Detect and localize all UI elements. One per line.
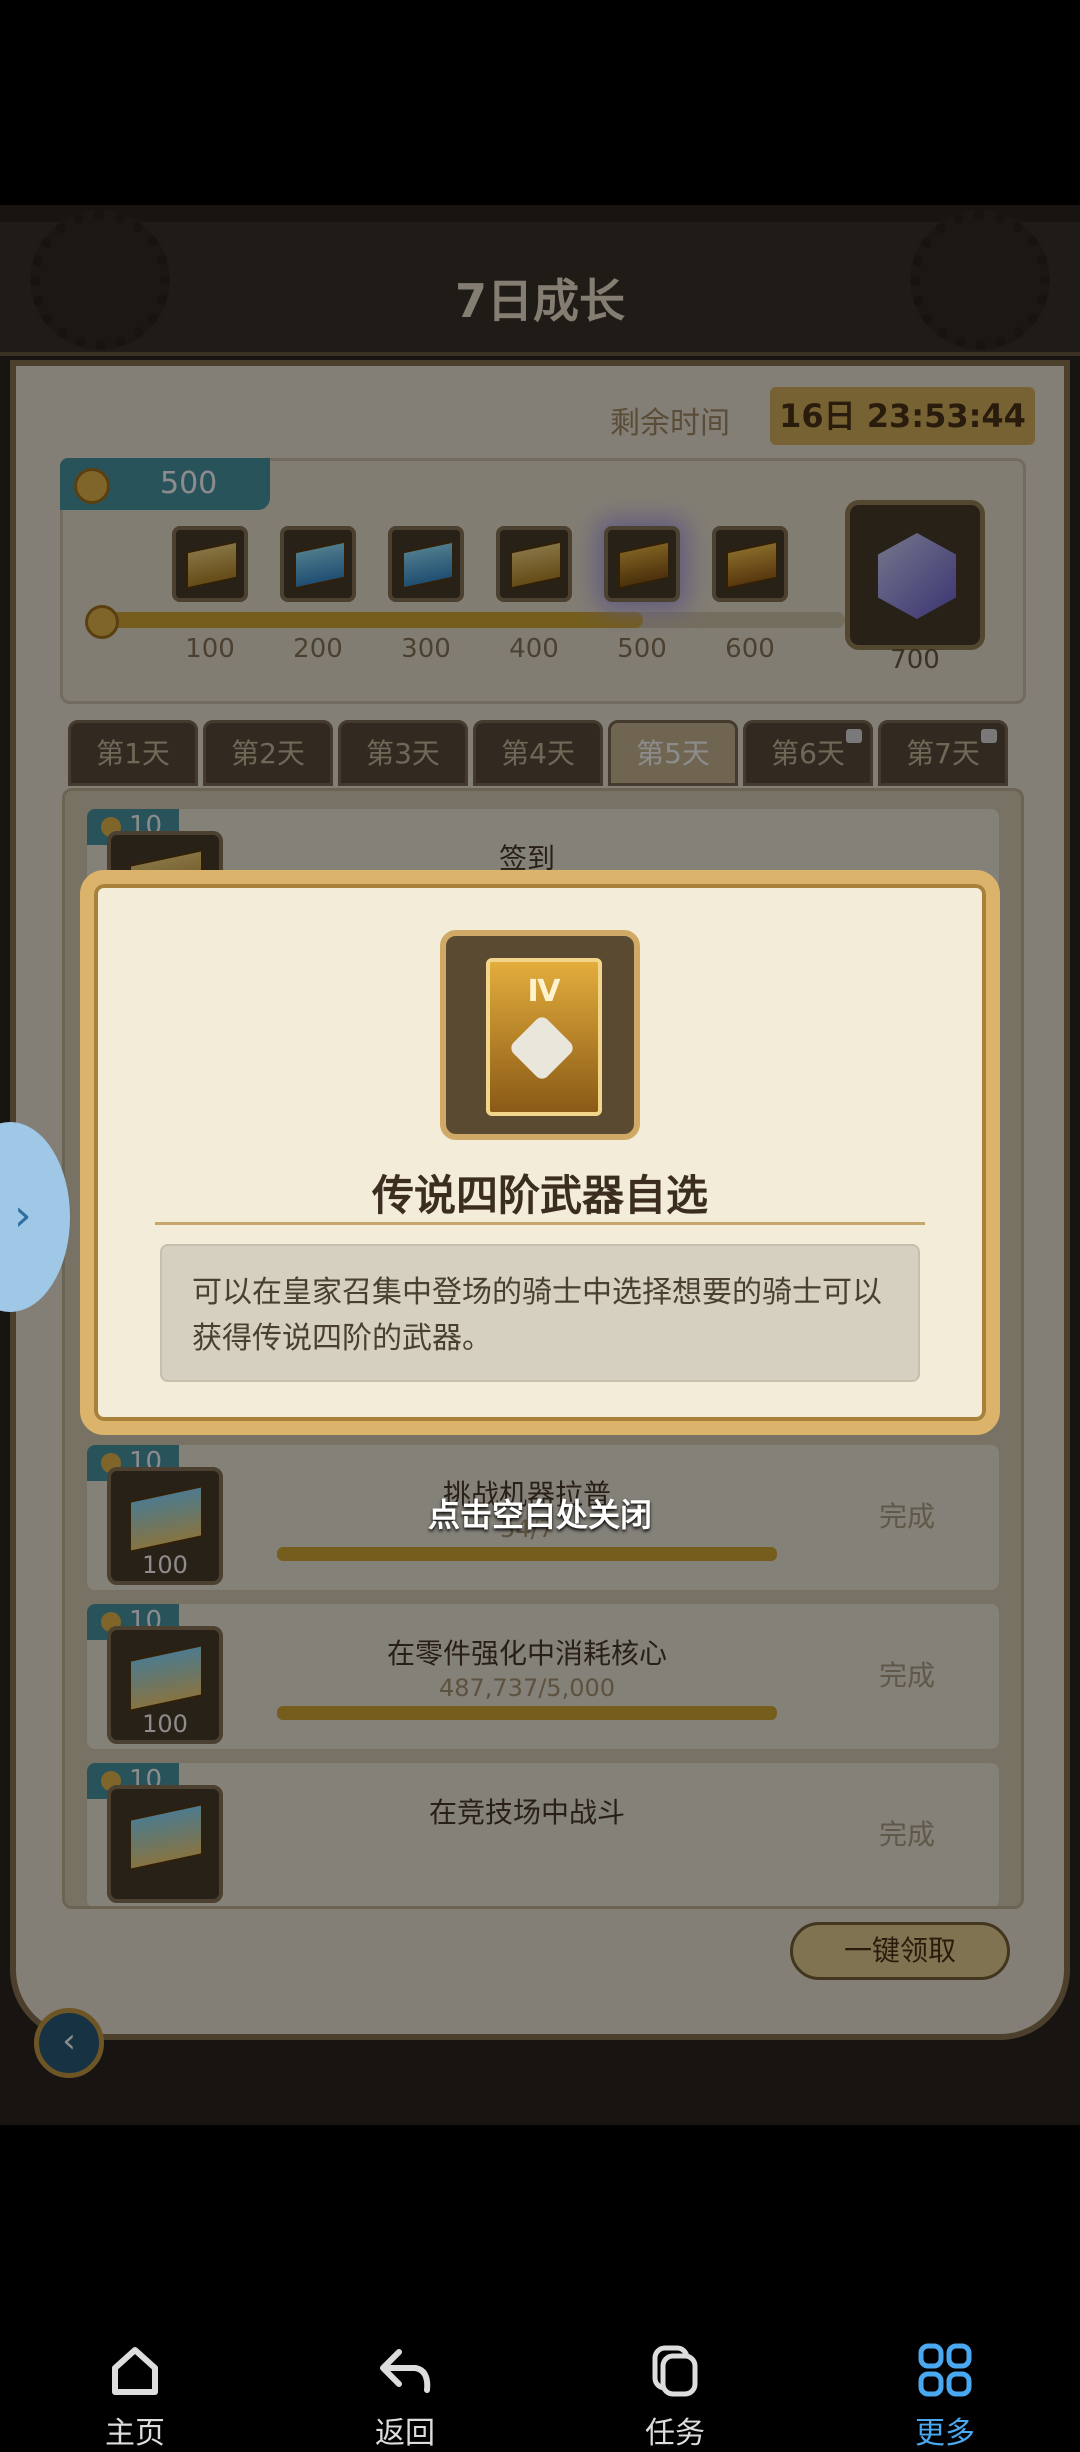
item-name: 传说四阶武器自选 bbox=[371, 1171, 708, 1220]
nav-home-label: 主页 bbox=[105, 2416, 165, 2451]
nav-back[interactable]: 返回 bbox=[330, 2330, 480, 2451]
recent-tasks-icon bbox=[652, 2345, 698, 2397]
nav-more[interactable]: 更多 bbox=[870, 2330, 1020, 2451]
item-description: 可以在皇家召集中登场的骑士中选择想要的骑士可以获得传说四阶的武器。 bbox=[160, 1244, 920, 1382]
grid-icon bbox=[918, 2343, 972, 2397]
nav-back-label: 返回 bbox=[375, 2416, 435, 2451]
nav-tasks-label: 任务 bbox=[645, 2416, 705, 2451]
chevron-right-icon: › bbox=[14, 1190, 32, 1241]
home-icon bbox=[112, 2347, 158, 2395]
item-icon-frame: Ⅳ bbox=[440, 930, 640, 1140]
weapon-card-icon: Ⅳ bbox=[486, 958, 602, 1116]
nav-home[interactable]: 主页 bbox=[60, 2330, 210, 2451]
nav-tasks[interactable]: 任务 bbox=[600, 2330, 750, 2451]
divider bbox=[155, 1222, 925, 1225]
close-hint: 点击空白处关闭 bbox=[427, 1496, 652, 1534]
nav-more-label: 更多 bbox=[915, 2416, 975, 2451]
back-icon bbox=[380, 2349, 431, 2393]
